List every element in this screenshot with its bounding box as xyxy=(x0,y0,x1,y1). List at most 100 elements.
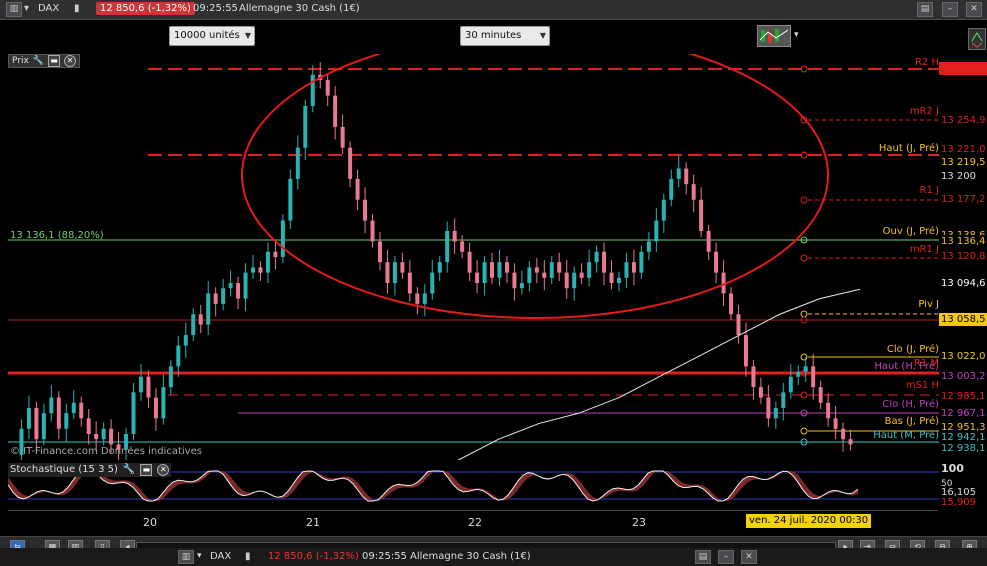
minimize-icon[interactable]: – xyxy=(942,2,958,17)
indicator-chart-icon xyxy=(759,29,789,43)
stochastic-panel-header: Stochastique (15 3 5) 🔧 ▬ ✕ xyxy=(8,463,172,477)
chevron-down-icon: ▼ xyxy=(539,31,546,40)
candle-body xyxy=(751,366,756,388)
interval-value: 30 minutes xyxy=(465,30,522,41)
y-axis-value: 13 120,8 xyxy=(939,250,987,263)
x-tick-label: 20 xyxy=(143,516,157,529)
candle-body xyxy=(79,402,84,419)
candle-body xyxy=(236,283,241,299)
candle-body xyxy=(310,74,315,107)
candle-body xyxy=(594,251,599,263)
candle-body xyxy=(355,178,360,200)
dropdown-arrow-icon[interactable]: ▾ xyxy=(197,551,202,561)
candle-body xyxy=(534,267,539,273)
y-axis-value: 13 200 xyxy=(939,170,987,183)
candle-body xyxy=(213,293,218,304)
close-icon[interactable]: ✕ xyxy=(966,2,982,17)
candle-body xyxy=(49,397,54,414)
candle-body xyxy=(109,428,114,445)
price-chart[interactable] xyxy=(8,54,939,460)
wrench-icon[interactable]: 🔧 xyxy=(33,55,44,67)
candle-body xyxy=(86,418,91,434)
candle-body xyxy=(766,397,771,419)
candle-body xyxy=(131,392,136,434)
level-label: Haut (J, Pré) xyxy=(878,143,939,154)
stochastic-label: Stochastique (15 3 5) xyxy=(10,464,118,475)
candle-body xyxy=(340,126,345,148)
wrench-icon[interactable]: 🔧 xyxy=(123,463,135,477)
candle-body xyxy=(773,407,778,419)
close-icon[interactable]: ✕ xyxy=(64,55,77,67)
candle-body xyxy=(527,267,532,284)
link-icon[interactable]: ▮ xyxy=(245,551,251,562)
y-axis-value: 13 136,4 xyxy=(939,235,987,248)
chevron-down-icon[interactable]: ▾ xyxy=(794,30,799,40)
candle-body xyxy=(94,433,99,440)
window-icon[interactable]: ▬ xyxy=(48,55,61,67)
settings-icon[interactable]: ▤ xyxy=(695,550,711,564)
level-label: R1 J xyxy=(919,185,939,196)
candle-body xyxy=(579,272,584,278)
candle-body xyxy=(198,314,203,325)
candle-body xyxy=(706,230,711,252)
candle-body xyxy=(467,251,472,273)
settings-icon[interactable]: ▤ xyxy=(917,2,933,17)
level-label: Ouv (J, Pré) xyxy=(882,226,939,237)
candle-body xyxy=(631,262,636,273)
candle-body xyxy=(333,95,338,127)
candle-body xyxy=(654,220,659,242)
level-label: mR2 J xyxy=(909,106,939,117)
candle-body xyxy=(64,413,69,429)
candle-body xyxy=(564,272,569,289)
candle-body xyxy=(758,387,763,398)
y-axis-value: 13 305,7 xyxy=(939,62,987,75)
minimize-icon[interactable]: – xyxy=(718,550,734,564)
close-icon[interactable]: ✕ xyxy=(741,550,757,564)
y-axis-value: 13 219,5 xyxy=(939,156,987,169)
candle-body xyxy=(273,251,278,257)
candle-body xyxy=(788,376,793,393)
units-value: 10000 unités xyxy=(174,30,240,41)
level-label: R2 H xyxy=(914,57,939,68)
units-dropdown[interactable]: 10000 unités ▼ xyxy=(169,26,255,46)
candle-body xyxy=(796,371,801,377)
candle-body xyxy=(497,262,502,278)
candle-body xyxy=(168,366,173,388)
indicators-button[interactable] xyxy=(757,25,791,47)
candle-body xyxy=(676,168,681,179)
candle-body xyxy=(385,262,390,284)
time-label: 09:25:55 xyxy=(193,3,238,14)
candle-body xyxy=(437,262,442,273)
instrument-label: Allemagne 30 Cash (1€) xyxy=(239,3,360,14)
x-tick-label: 23 xyxy=(632,516,646,529)
candle-body xyxy=(743,335,748,367)
candle-body xyxy=(841,428,846,440)
chart-type-icon[interactable]: ▥ xyxy=(178,550,194,564)
stoch-axis-100: 100 xyxy=(941,462,964,475)
candle-body xyxy=(624,262,629,278)
candle-body xyxy=(639,251,644,273)
green-level-label: 13 136,1 (88,20%) xyxy=(10,230,104,241)
candle-body xyxy=(153,397,158,419)
candle-body xyxy=(243,272,248,299)
y-axis-value: 13 094,6 xyxy=(939,277,987,290)
y-axis-value: 13 177,2 xyxy=(939,193,987,206)
dropdown-arrow-icon[interactable]: ▾ xyxy=(24,3,29,14)
chart-type-icon[interactable]: ▥ xyxy=(6,2,22,17)
candle-body xyxy=(161,387,166,419)
candle-body xyxy=(512,272,517,289)
close-icon[interactable]: ✕ xyxy=(157,464,170,476)
current-date-label: ven. 24 juil. 2020 00:30 xyxy=(746,514,872,528)
candle-body xyxy=(303,106,308,148)
candle-body xyxy=(729,293,734,315)
zoom-tool-icon[interactable] xyxy=(968,28,986,50)
level-label: Bas (J, Pré) xyxy=(884,416,939,427)
link-icon[interactable]: ▮ xyxy=(74,3,80,14)
candle-body xyxy=(295,147,300,179)
interval-dropdown[interactable]: 30 minutes ▼ xyxy=(460,26,550,46)
candle-body xyxy=(475,272,480,284)
candle-body xyxy=(519,283,524,289)
bottom-instrument: Allemagne 30 Cash (1€) xyxy=(410,551,531,562)
window-icon[interactable]: ▬ xyxy=(140,464,153,476)
candle-body xyxy=(56,397,61,429)
